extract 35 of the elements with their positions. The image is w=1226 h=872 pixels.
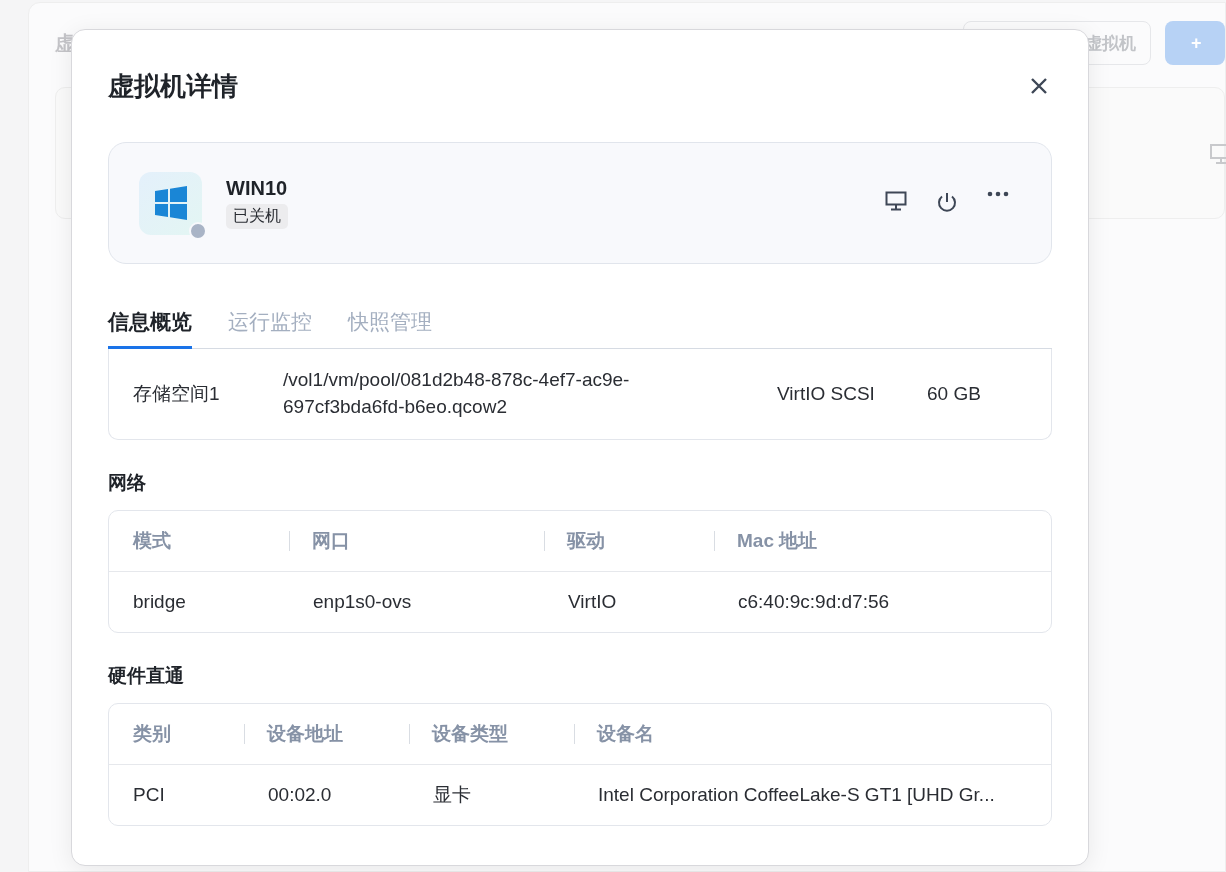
column-header: 模式 bbox=[133, 529, 171, 553]
vm-name: WIN10 bbox=[226, 177, 288, 200]
table-cell-text: c6:40:9c:9d:d7:56 bbox=[738, 589, 891, 614]
table-cell-text: bridge bbox=[133, 589, 187, 614]
table-cell-text: 显卡 bbox=[433, 782, 472, 807]
column-header: Mac 地址 bbox=[737, 529, 818, 553]
status-label: 已关机 bbox=[226, 204, 288, 229]
power-icon bbox=[935, 191, 959, 215]
table-cell-text: 00:02.0 bbox=[268, 782, 333, 807]
power-button[interactable] bbox=[935, 191, 959, 215]
column-header: 设备名 bbox=[597, 722, 654, 746]
table-cell-text: 60 GB bbox=[927, 381, 982, 406]
column-header: 驱动 bbox=[567, 529, 605, 553]
close-icon bbox=[1030, 77, 1048, 95]
column-header: 设备地址 bbox=[267, 722, 343, 746]
column-header: 网口 bbox=[312, 529, 350, 553]
section-title: 硬件直通 bbox=[108, 664, 185, 688]
table-cell-text: enp1s0-ovs bbox=[313, 589, 413, 614]
table-cell-text: Intel Corporation CoffeeLake-S GT1 [UHD Gr... bbox=[598, 782, 996, 807]
monitor-icon bbox=[885, 191, 907, 211]
table-cell-text: /vol1/vm/pool/081d2b48-878c-4ef7-ac9e-697cf3bda6fd-b6eo.qcow2 bbox=[283, 368, 631, 419]
tab[interactable]: 快照管理 bbox=[348, 308, 432, 349]
table-cell-text: 存储空间1 bbox=[133, 381, 221, 406]
section-title: 网络 bbox=[108, 471, 147, 495]
table-cell-text: PCI bbox=[133, 782, 166, 807]
table-cell-text: VirtIO SCSI bbox=[777, 381, 876, 406]
add-button[interactable]: + bbox=[1165, 21, 1225, 65]
dialog-title: 虚拟机详情 bbox=[108, 69, 239, 103]
more-icon bbox=[987, 191, 1009, 197]
tab[interactable]: 运行监控 bbox=[228, 308, 312, 349]
column-header: 类别 bbox=[133, 722, 171, 746]
table-cell-text: VirtIO bbox=[568, 589, 618, 614]
column-header: 设备类型 bbox=[432, 722, 508, 746]
windows-logo-icon bbox=[153, 186, 188, 220]
monitor-icon bbox=[1210, 144, 1226, 164]
